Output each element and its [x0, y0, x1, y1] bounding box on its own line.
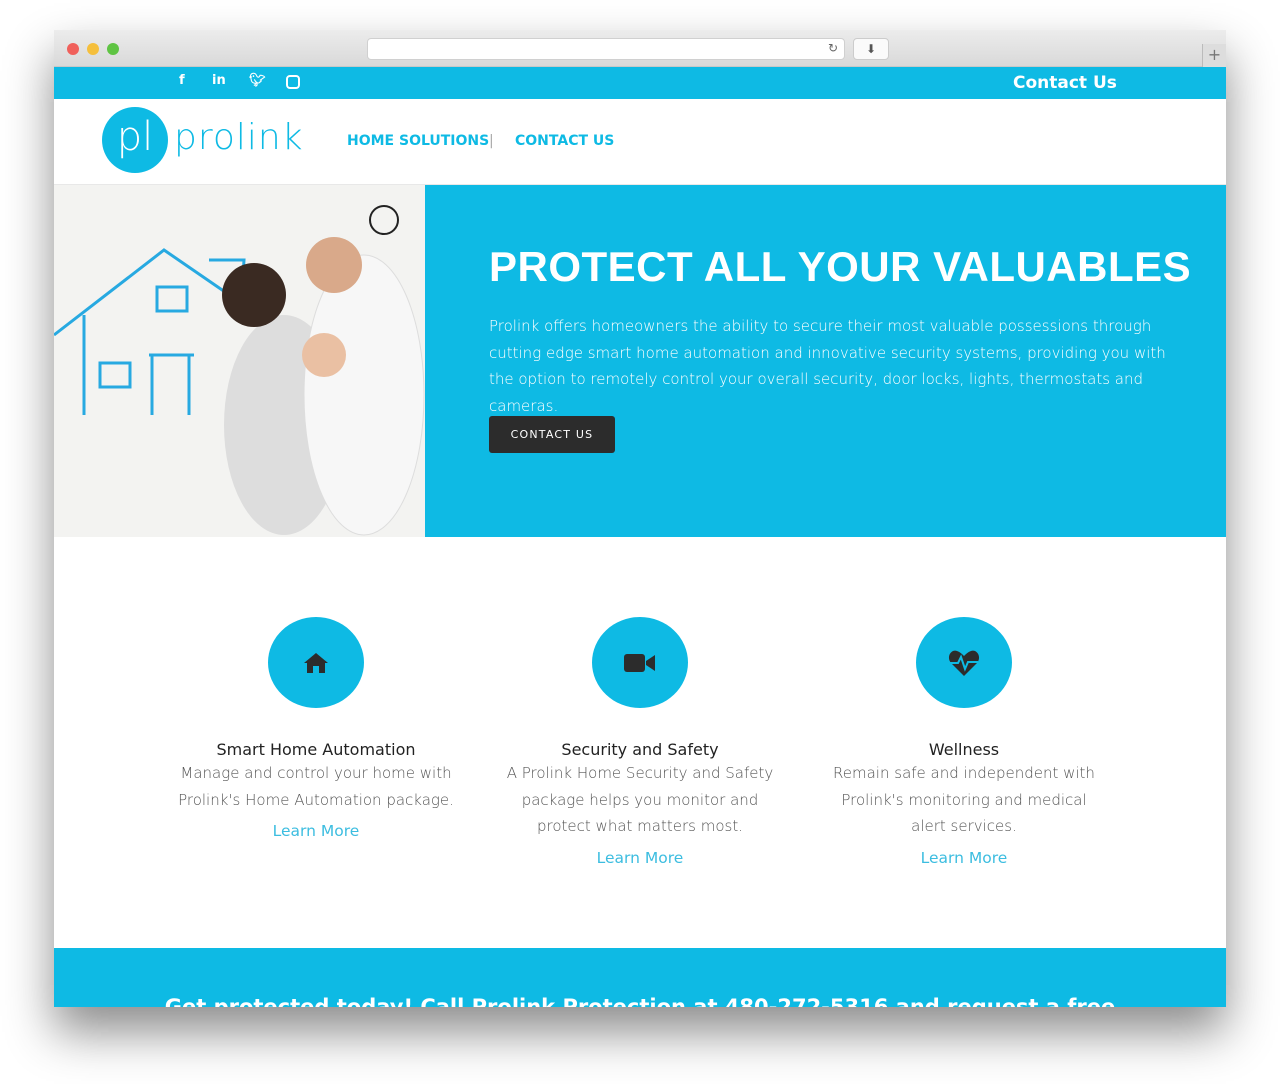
linkedin-icon[interactable]: in — [212, 73, 226, 88]
video-camera-icon — [624, 653, 655, 672]
learn-more-link[interactable]: Learn More — [824, 849, 1104, 867]
family-house-image — [54, 185, 425, 537]
reload-icon[interactable]: ↻ — [828, 41, 838, 55]
feature-security: Security and Safety A Prolink Home Secur… — [500, 617, 780, 867]
logo-text[interactable]: prolink — [174, 117, 304, 158]
feature-title: Wellness — [928, 740, 1000, 759]
feature-title: Security and Safety — [561, 740, 719, 759]
nav-separator: | — [489, 133, 494, 149]
download-icon: ⬇ — [865, 42, 877, 56]
new-tab-button[interactable]: + — [1202, 44, 1226, 67]
feature-text: Remain safe and independent with Prolink… — [833, 764, 1095, 835]
feature-icon-circle — [268, 617, 364, 708]
hero-text: Prolink offers homeowners the ability to… — [489, 317, 1166, 415]
home-icon — [304, 652, 328, 673]
feature-icon-circle — [592, 617, 688, 708]
browser-toolbar: ↻ ⬇ + — [54, 30, 1226, 67]
site-header: pl prolink HOME SOLUTIONS | CONTACT US — [54, 99, 1226, 185]
download-button[interactable]: ⬇ — [853, 38, 889, 60]
nav-contact-us[interactable]: CONTACT US — [515, 133, 614, 149]
heartbeat-icon — [948, 650, 980, 676]
hero-section: PROTECT ALL YOUR VALUABLES Prolink offer… — [54, 185, 1226, 537]
instagram-icon[interactable] — [286, 75, 300, 89]
learn-more-link[interactable]: Learn More — [500, 849, 780, 867]
feature-smart-home: Smart Home Automation Manage and control… — [176, 617, 456, 840]
logo-mark[interactable]: pl — [102, 107, 168, 173]
minimize-window-button[interactable] — [87, 43, 99, 55]
cta-text: Get protected today! Call Prolink Protec… — [164, 995, 1116, 1007]
nav-home-solutions[interactable]: HOME SOLUTIONS — [347, 133, 489, 149]
hero-title: PROTECT ALL YOUR VALUABLES — [489, 243, 1192, 290]
feature-icon-circle — [916, 617, 1012, 708]
maximize-window-button[interactable] — [107, 43, 119, 55]
top-bar: f in 🐦︎ Contact Us — [54, 67, 1226, 99]
close-window-button[interactable] — [67, 43, 79, 55]
feature-title: Smart Home Automation — [216, 740, 416, 759]
browser-window: ↻ ⬇ + f in 🐦︎ Contact Us pl prolink HOME… — [54, 30, 1226, 1007]
cta-banner: Get protected today! Call Prolink Protec… — [54, 948, 1226, 1007]
feature-wellness: Wellness Remain safe and independent wit… — [824, 617, 1104, 867]
feature-text: Manage and control your home with Prolin… — [178, 764, 454, 809]
facebook-icon[interactable]: f — [179, 73, 185, 88]
learn-more-link[interactable]: Learn More — [176, 822, 456, 840]
address-bar[interactable]: ↻ — [367, 38, 845, 60]
twitter-icon[interactable]: 🐦︎ — [249, 73, 266, 88]
hero-contact-button[interactable]: CONTACT US — [489, 416, 615, 453]
top-contact-link[interactable]: Contact Us — [1013, 73, 1117, 93]
feature-text: A Prolink Home Security and Safety packa… — [506, 764, 774, 835]
